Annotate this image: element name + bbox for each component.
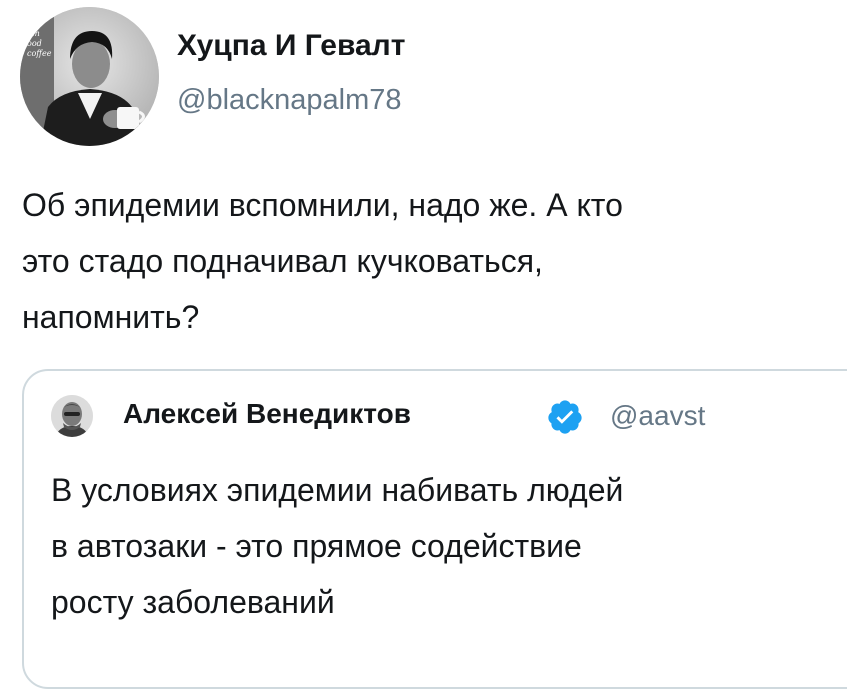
quoted-author-avatar[interactable] — [51, 395, 93, 437]
quoted-author-name[interactable]: Алексей Венедиктов — [123, 398, 411, 430]
author-handle[interactable]: @blacknapalm78 — [177, 84, 402, 117]
portrait-icon — [51, 395, 93, 437]
verified-check-icon — [548, 400, 582, 434]
avatar-caption-line: ood — [27, 39, 42, 48]
tweet-text-line: Об эпидемии вспомнили, надо же. А кто — [22, 187, 623, 223]
author-name[interactable]: Хуцпа И Гевалт — [177, 29, 405, 63]
avatar-caption-line: mn — [27, 29, 40, 38]
person-drinking-coffee-icon — [20, 7, 159, 146]
avatar-caption-line: coffee — [27, 49, 52, 58]
quoted-text-line: В условиях эпидемии набивать людей — [51, 472, 624, 508]
avatar-caption: mn ood coffee — [27, 29, 57, 59]
quoted-author-handle[interactable]: @aavst — [610, 400, 705, 432]
quoted-text-line: в автозаки - это прямое содействие — [51, 528, 582, 564]
tweet-text-line: это стадо подначивал кучковаться, — [22, 243, 543, 279]
quoted-tweet-card[interactable]: Алексей Венедиктов @aavst В условиях эпи… — [22, 369, 847, 689]
verified-badge-icon — [546, 398, 584, 436]
tweet-text: Об эпидемии вспомнили, надо же. А кто эт… — [22, 177, 832, 345]
tweet[interactable]: mn ood coffee Хуцпа И Гевалт @blacknapal… — [0, 0, 847, 689]
quoted-tweet-text: В условиях эпидемии набивать людей в авт… — [51, 462, 623, 630]
tweet-text-line: напомнить? — [22, 299, 200, 335]
author-avatar[interactable]: mn ood coffee — [20, 7, 159, 146]
quoted-text-line: росту заболеваний — [51, 584, 335, 620]
